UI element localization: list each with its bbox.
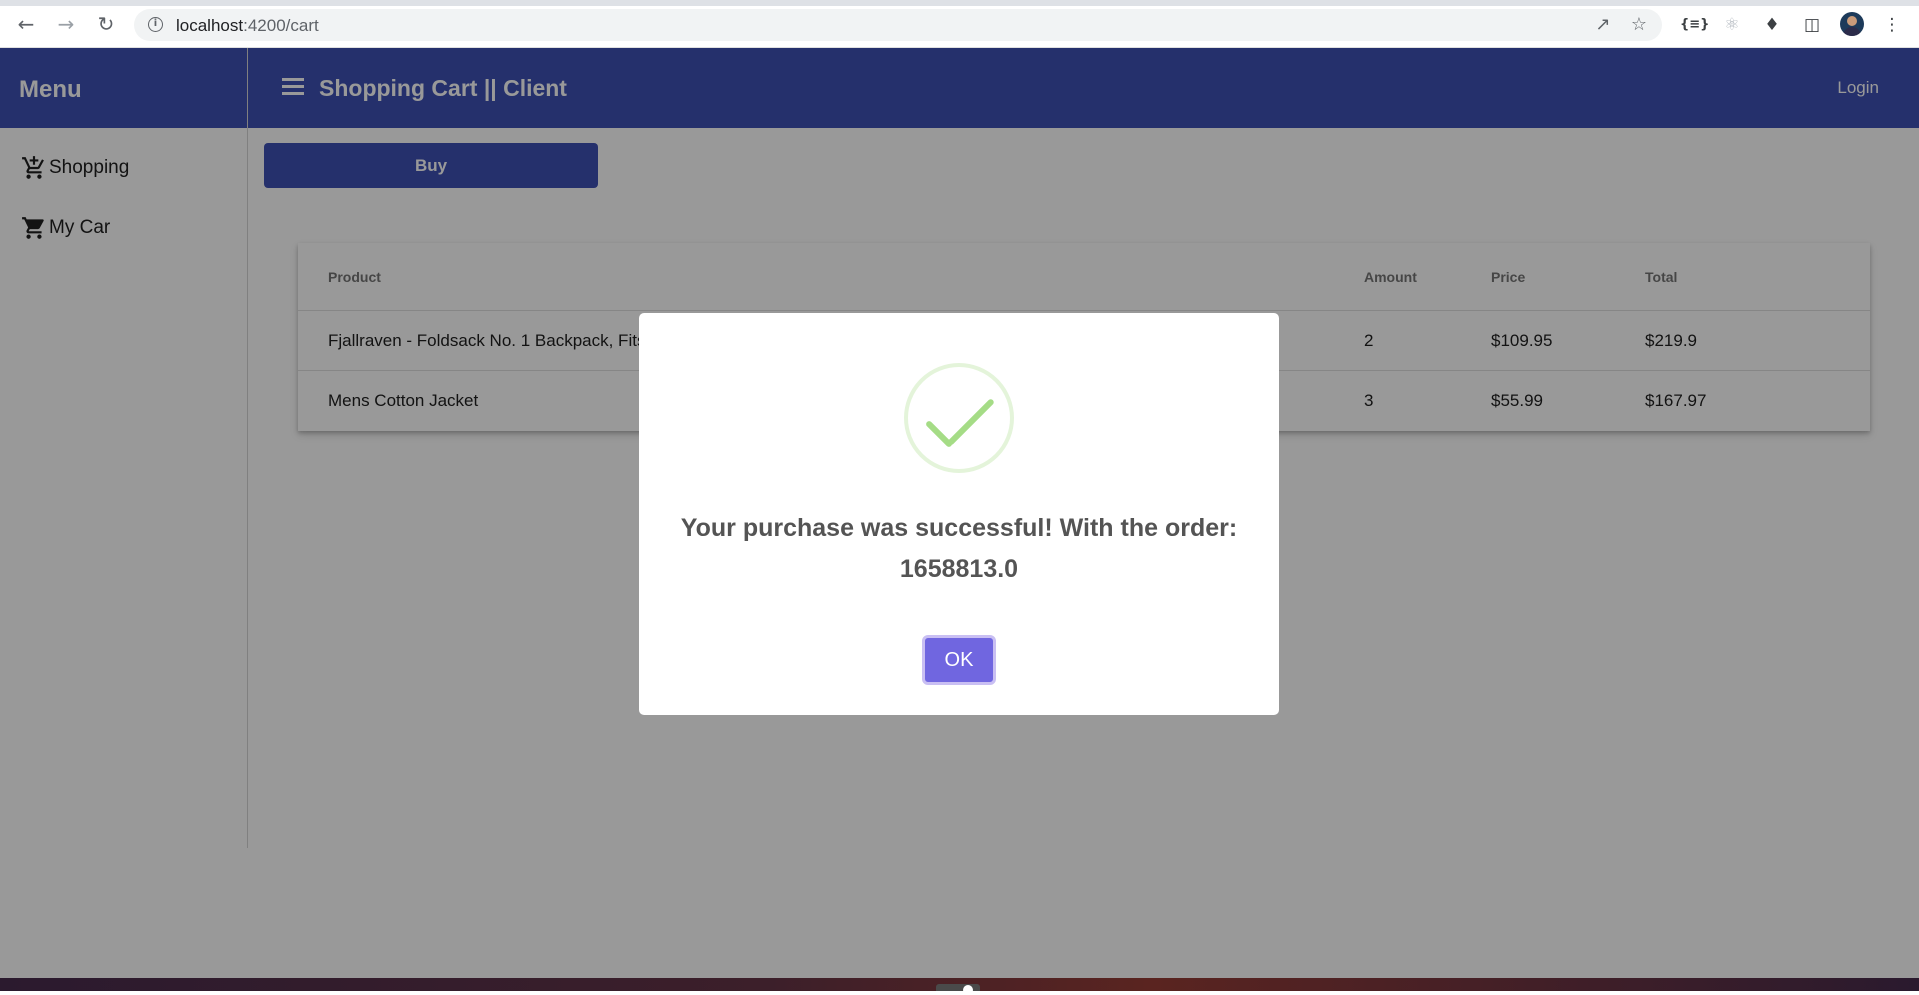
- back-icon[interactable]: ←: [14, 12, 38, 36]
- more-menu-icon[interactable]: ⋮: [1880, 13, 1904, 37]
- side-panel-icon[interactable]: ◫: [1800, 13, 1824, 37]
- url-host: localhost: [176, 16, 244, 35]
- taskbar-indicator: [936, 984, 980, 995]
- extensions-puzzle-icon[interactable]: ♦: [1760, 13, 1784, 37]
- bookmark-star-icon[interactable]: ☆: [1628, 14, 1650, 36]
- extension-json-icon[interactable]: {≡}: [1680, 13, 1709, 37]
- url-text: localhost:4200/cart: [176, 16, 319, 36]
- profile-avatar[interactable]: [1840, 12, 1864, 36]
- url-path: :4200/cart: [243, 16, 319, 35]
- order-number: 1658813.0: [899, 555, 1019, 583]
- forward-icon[interactable]: →: [54, 12, 78, 36]
- site-info-icon[interactable]: i: [148, 17, 163, 32]
- extension-react-icon[interactable]: ⚛: [1720, 13, 1744, 37]
- ok-button-label: OK: [944, 648, 974, 671]
- dialog-message: Your purchase was successful! With the o…: [669, 508, 1249, 590]
- browser-toolbar: ← → ↻ i localhost:4200/cart ↗ ☆ {≡} ⚛ ♦ …: [0, 0, 1919, 48]
- share-icon[interactable]: ↗: [1592, 14, 1614, 36]
- address-bar[interactable]: i localhost:4200/cart ↗ ☆: [134, 9, 1662, 41]
- success-dialog: Your purchase was successful! With the o…: [639, 313, 1279, 715]
- ok-button[interactable]: OK: [922, 635, 996, 685]
- success-ring: [904, 363, 1014, 473]
- dialog-message-line1: Your purchase was successful! With the o…: [680, 514, 1238, 542]
- tab-strip: [0, 0, 1919, 6]
- reload-icon[interactable]: ↻: [94, 12, 118, 36]
